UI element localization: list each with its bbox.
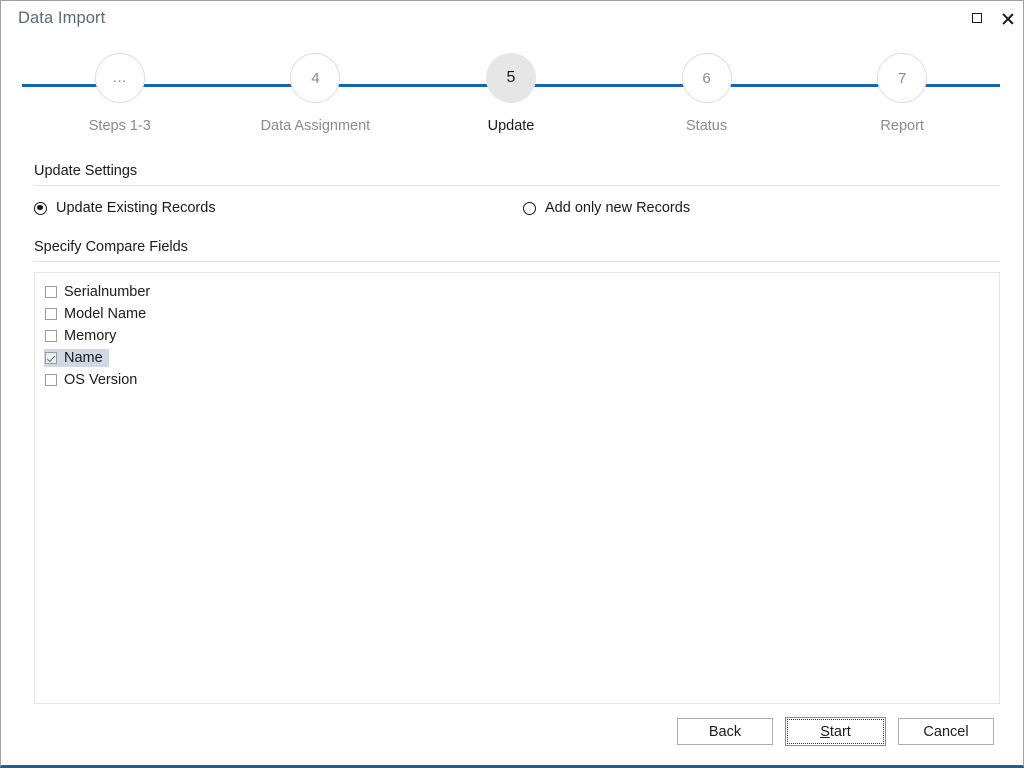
start-rest: tart <box>829 723 851 740</box>
radio-icon <box>34 201 47 215</box>
step-number: 5 <box>506 69 516 86</box>
content-area: Update Settings Update Existing Records … <box>34 163 1000 704</box>
step-circle: 6 <box>681 53 732 103</box>
radio-add-only-new-records[interactable]: Add only new Records <box>523 200 690 216</box>
radio-label: Add only new Records <box>545 200 691 216</box>
compare-fields-listbox[interactable]: Serialnumber Model Name Memory Name OS V… <box>34 272 1000 704</box>
step-update[interactable]: 5 Update <box>413 53 609 145</box>
radio-icon <box>523 201 536 215</box>
titlebar-controls <box>961 1 1023 35</box>
checkbox-icon[interactable] <box>45 308 57 320</box>
step-steps-1-3[interactable]: ... Steps 1-3 <box>22 53 218 145</box>
list-item-hit[interactable]: OS Version <box>44 371 143 389</box>
titlebar: Data Import <box>1 1 1023 35</box>
start-accel: S <box>820 723 830 740</box>
step-circle: 5 <box>485 53 536 103</box>
step-number: 7 <box>898 69 907 87</box>
list-item[interactable]: OS Version <box>35 369 999 391</box>
list-item-label: OS Version <box>64 372 138 388</box>
compare-fields-heading: Specify Compare Fields <box>34 239 188 255</box>
list-item-label: Serialnumber <box>64 284 151 300</box>
start-button-label: Start <box>820 724 851 740</box>
step-label: Status <box>686 118 728 134</box>
checkbox-icon[interactable] <box>45 330 57 342</box>
update-settings-heading: Update Settings <box>34 163 138 179</box>
radio-label: Update Existing Records <box>56 200 216 216</box>
close-button[interactable] <box>992 3 1023 33</box>
window-title: Data Import <box>18 8 106 27</box>
step-label: Update <box>487 118 535 134</box>
start-button[interactable]: Start <box>785 717 886 746</box>
step-label: Steps 1-3 <box>88 118 151 134</box>
checkbox-icon[interactable] <box>45 286 57 298</box>
list-item-hit[interactable]: Name <box>44 349 109 367</box>
list-item-hit[interactable]: Memory <box>44 327 122 345</box>
step-label: Report <box>880 118 924 134</box>
step-circle: 7 <box>877 53 928 103</box>
data-import-window: Data Import ... Steps 1-3 4 Data Assignm… <box>0 0 1024 768</box>
checkbox-icon[interactable] <box>45 352 57 364</box>
list-item[interactable]: Serialnumber <box>35 281 999 303</box>
step-circle: ... <box>94 53 145 103</box>
back-button[interactable]: Back <box>677 718 773 745</box>
step-label: Data Assignment <box>260 118 371 134</box>
stepper-steps: ... Steps 1-3 4 Data Assignment 5 Update… <box>22 53 1000 145</box>
step-number: 6 <box>702 69 711 87</box>
step-data-assignment[interactable]: 4 Data Assignment <box>218 53 414 145</box>
update-settings-radio-group: Update Existing Records Add only new Rec… <box>34 186 1000 230</box>
list-item-label: Memory <box>64 328 117 344</box>
list-item-label: Model Name <box>64 306 147 322</box>
checkbox-icon[interactable] <box>45 374 57 386</box>
close-icon <box>1001 12 1014 25</box>
restore-button[interactable] <box>961 3 992 33</box>
list-item-label: Name <box>64 350 103 366</box>
step-circle: 4 <box>290 53 341 103</box>
step-number: ... <box>112 69 127 86</box>
radio-update-existing-records[interactable]: Update Existing Records <box>34 200 523 216</box>
list-item-hit[interactable]: Serialnumber <box>44 283 156 301</box>
list-item[interactable]: Name <box>35 347 999 369</box>
dialog-footer: Back Start Cancel <box>677 717 994 746</box>
step-number: 4 <box>311 69 320 87</box>
list-item[interactable]: Memory <box>35 325 999 347</box>
restore-icon <box>971 13 982 23</box>
list-item-hit[interactable]: Model Name <box>44 305 152 323</box>
wizard-stepper: ... Steps 1-3 4 Data Assignment 5 Update… <box>22 53 1000 145</box>
step-status[interactable]: 6 Status <box>609 53 805 145</box>
compare-fields-divider <box>34 261 1000 262</box>
cancel-button[interactable]: Cancel <box>898 718 994 745</box>
list-item[interactable]: Model Name <box>35 303 999 325</box>
step-report[interactable]: 7 Report <box>804 53 1000 145</box>
